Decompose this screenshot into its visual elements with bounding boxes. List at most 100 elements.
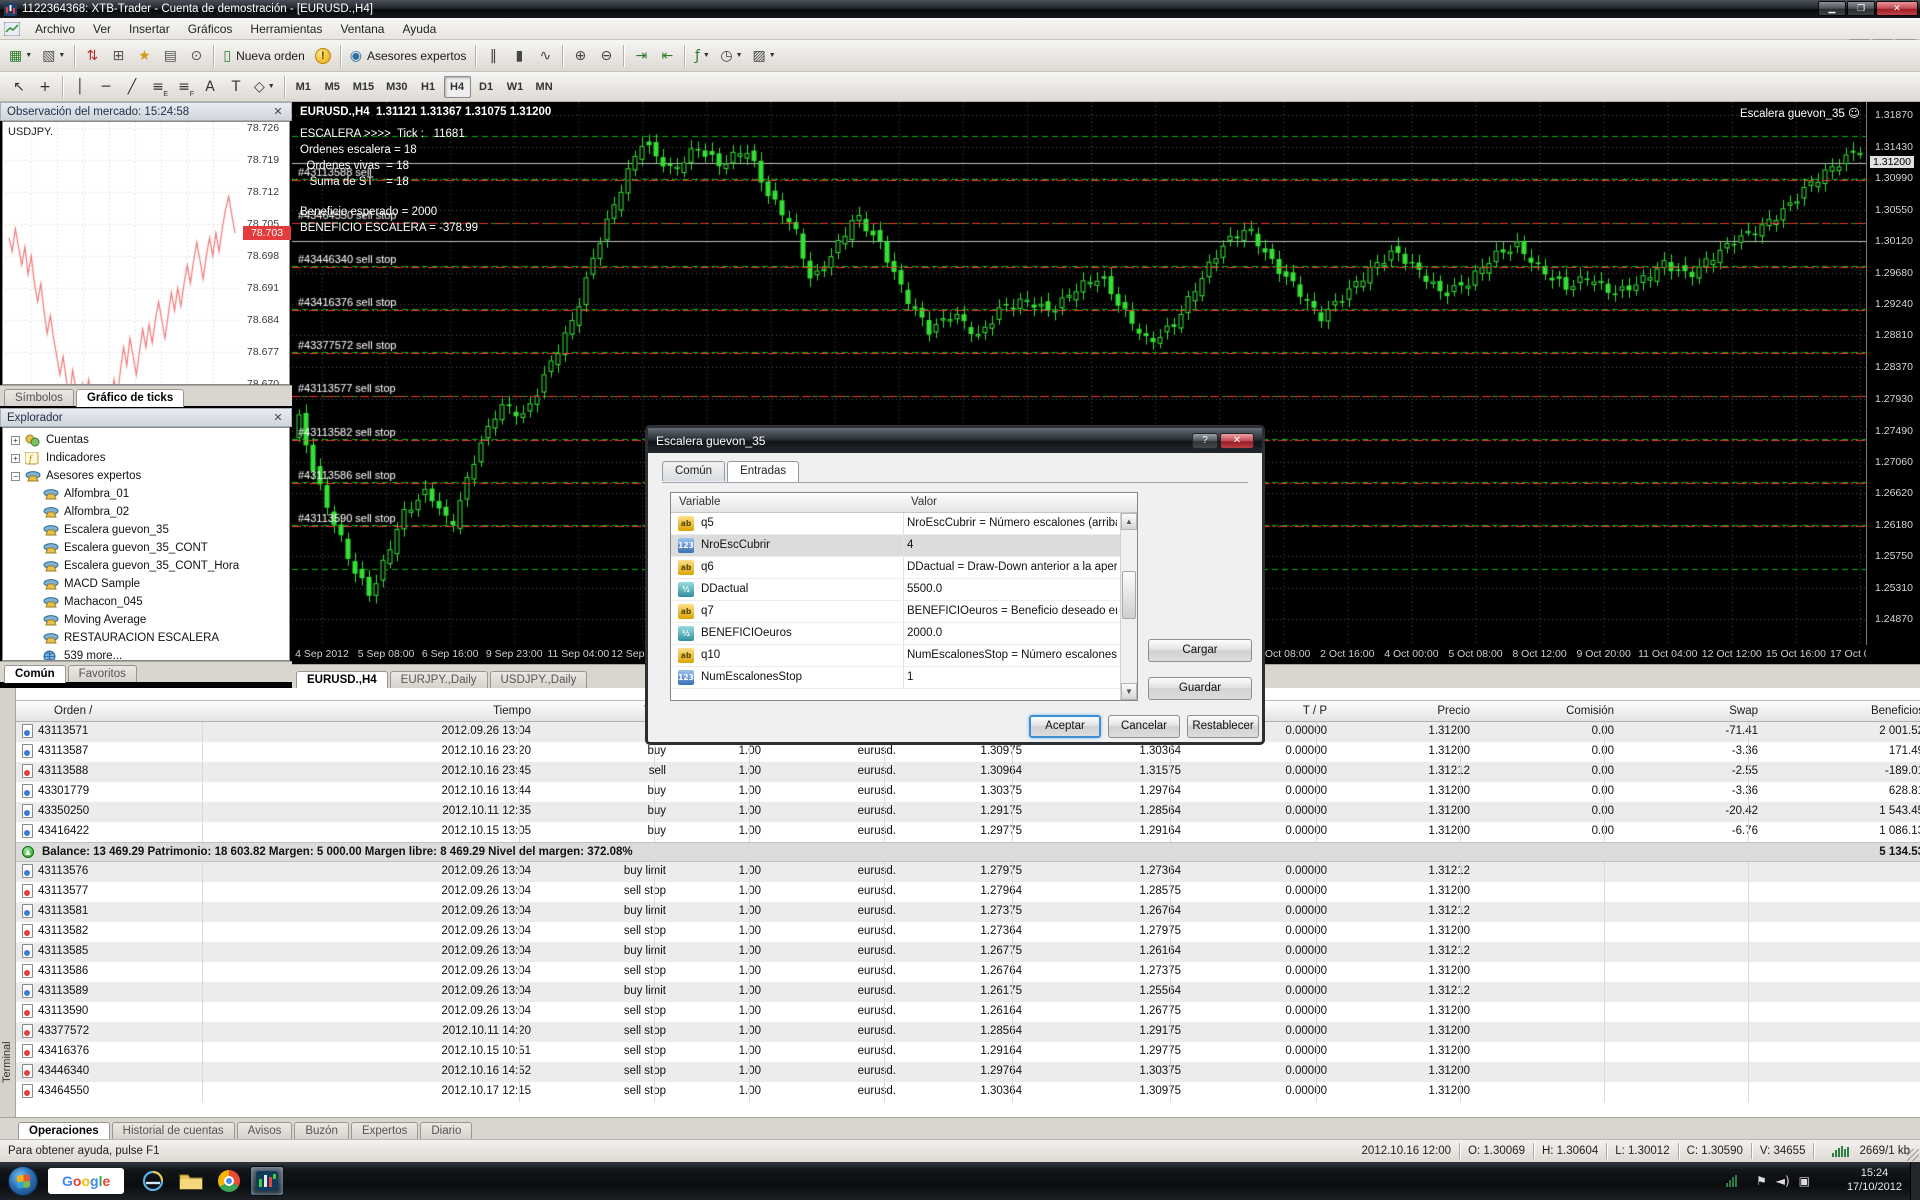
zoom-in-button[interactable]: ⊕ bbox=[568, 44, 592, 68]
terminal-tab-expertos[interactable]: Expertos bbox=[351, 1122, 418, 1139]
table-row[interactable]: 431135902012.09.26 13:04sell stop1.00eur… bbox=[16, 1002, 1920, 1022]
param-row-numescalonesstop[interactable]: 123NumEscalonesStop1 bbox=[671, 667, 1121, 689]
taskbar-chrome-icon[interactable] bbox=[212, 1166, 246, 1196]
table-row[interactable]: 434645502012.10.17 12:15sell stop1.00eur… bbox=[16, 1082, 1920, 1102]
terminal-tab-buz-n[interactable]: Buzón bbox=[294, 1122, 349, 1139]
auto-scroll-button[interactable]: ⇥ bbox=[629, 44, 653, 68]
menu-item-archivo[interactable]: Archivo bbox=[26, 19, 84, 39]
dialog-title-bar[interactable]: Escalera guevon_35 ? ✕ bbox=[648, 428, 1262, 453]
crosshair-button[interactable]: + bbox=[33, 75, 57, 99]
timeframe-H1[interactable]: H1 bbox=[415, 76, 442, 98]
tray-connection-icon[interactable] bbox=[1726, 1175, 1737, 1187]
menu-item-ver[interactable]: Ver bbox=[84, 19, 120, 39]
header-swap[interactable]: Swap bbox=[1729, 705, 1758, 717]
param-value[interactable]: 1 bbox=[907, 671, 1117, 683]
bar-chart-button[interactable]: ‖ bbox=[481, 44, 505, 68]
time-axis-label[interactable]: 5 Sep 08:00 bbox=[358, 648, 415, 660]
time-axis-label[interactable]: 17 Oct 00:00 bbox=[1830, 648, 1866, 660]
header-t-p[interactable]: T / P bbox=[1303, 705, 1327, 717]
candlestick-button[interactable]: ▮ bbox=[507, 44, 531, 68]
expand-icon[interactable]: + bbox=[11, 436, 20, 445]
tray-volume-icon[interactable]: ◄) bbox=[1776, 1174, 1790, 1188]
line-chart-button[interactable]: ∿ bbox=[533, 44, 557, 68]
terminal-tab-historial-de-cuentas[interactable]: Historial de cuentas bbox=[112, 1122, 235, 1139]
text-button[interactable]: A bbox=[198, 75, 222, 99]
cancel-button[interactable]: Cancelar bbox=[1108, 715, 1180, 738]
table-row[interactable]: 431135862012.09.26 13:04sell stop1.00eur… bbox=[16, 962, 1920, 982]
timeframe-W1[interactable]: W1 bbox=[502, 76, 529, 98]
time-axis-label[interactable]: 8 Oct 12:00 bbox=[1512, 648, 1566, 660]
taskbar-clock[interactable]: 15:24 17/10/2012 bbox=[1847, 1167, 1902, 1195]
data-window-button[interactable]: ⊞ bbox=[106, 44, 130, 68]
header-comisi-n[interactable]: Comisión bbox=[1566, 705, 1614, 717]
strategy-tester-button[interactable]: ⊙ bbox=[184, 44, 208, 68]
table-row[interactable]: 433502502012.10.11 12:35buy1.00eurusd.1.… bbox=[16, 802, 1920, 822]
tab-favoritos[interactable]: Favoritos bbox=[68, 665, 137, 682]
time-axis-label[interactable]: 11 Sep 04:00 bbox=[547, 648, 609, 660]
terminal-button[interactable]: ▤ bbox=[158, 44, 182, 68]
tab-com-n[interactable]: Común bbox=[4, 665, 66, 683]
param-value[interactable]: 4 bbox=[907, 539, 1117, 551]
terminal-tab-operaciones[interactable]: Operaciones bbox=[18, 1122, 110, 1140]
scroll-thumb[interactable] bbox=[1122, 571, 1136, 619]
param-row-q5[interactable]: abq5NroEscCubrir = Número escalones (arr… bbox=[671, 513, 1121, 535]
table-row[interactable]: 431135892012.09.26 13:04buy limit1.00eur… bbox=[16, 982, 1920, 1002]
tree-item-machacon-045[interactable]: Machacon_045 bbox=[43, 593, 143, 611]
chart-tab-eurusd-h4[interactable]: EURUSD.,H4 bbox=[296, 671, 388, 689]
time-axis-label[interactable]: 4 Oct 00:00 bbox=[1384, 648, 1438, 660]
time-axis-label[interactable]: 5 Oct 08:00 bbox=[1448, 648, 1502, 660]
param-value[interactable]: BENEFICIOeuros = Beneficio deseado en... bbox=[907, 605, 1117, 617]
tree-item-restauracion-escalera[interactable]: RESTAURACION ESCALERA bbox=[43, 629, 219, 647]
param-row-q6[interactable]: abq6DDactual = Draw-Down anterior a la a… bbox=[671, 557, 1121, 579]
table-row[interactable]: 431135872012.10.16 23:20buy1.00eurusd.1.… bbox=[16, 742, 1920, 762]
param-row-nroesccubrir[interactable]: 123NroEscCubrir4 bbox=[671, 535, 1121, 557]
terminal-tab-avisos[interactable]: Avisos bbox=[237, 1122, 293, 1139]
table-row[interactable]: 431135852012.09.26 13:04buy limit1.00eur… bbox=[16, 942, 1920, 962]
vertical-line-button[interactable]: │ bbox=[68, 75, 92, 99]
table-row[interactable]: 433017792012.10.16 13:44buy1.00eurusd.1.… bbox=[16, 782, 1920, 802]
balance-row[interactable]: ▲ Balance: 13 469.29 Patrimonio: 18 603.… bbox=[16, 842, 1920, 862]
terminal-tab-diario[interactable]: Diario bbox=[420, 1122, 472, 1139]
param-row-ddactual[interactable]: ½DDactual5500.0 bbox=[671, 579, 1121, 601]
minimize-button[interactable]: ▁ bbox=[1818, 1, 1846, 16]
close-button[interactable]: ✕ bbox=[1876, 1, 1918, 16]
param-value[interactable]: 5500.0 bbox=[907, 583, 1117, 595]
profiles-button[interactable]: ▧▼ bbox=[38, 44, 69, 68]
timeframe-M15[interactable]: M15 bbox=[348, 76, 379, 98]
chart-tab-usdjpy-daily[interactable]: USDJPY.,Daily bbox=[490, 671, 588, 688]
table-row[interactable]: 434463402012.10.16 14:52sell stop1.00eur… bbox=[16, 1062, 1920, 1082]
chart-shift-button[interactable]: ⇤ bbox=[655, 44, 679, 68]
google-search-box[interactable]: Google bbox=[48, 1168, 124, 1194]
cursor-button[interactable]: ↖ bbox=[7, 75, 31, 99]
menu-item-ventana[interactable]: Ventana bbox=[331, 19, 393, 39]
time-axis-label[interactable]: 6 Sep 16:00 bbox=[422, 648, 479, 660]
tree-item-alfombra-02[interactable]: Alfombra_02 bbox=[43, 503, 129, 521]
timeframe-MN[interactable]: MN bbox=[531, 76, 558, 98]
table-row[interactable]: 431135762012.09.26 13:04buy limit1.00eur… bbox=[16, 862, 1920, 882]
start-button[interactable] bbox=[8, 1166, 38, 1196]
tray-flag-icon[interactable]: ⚑ bbox=[1756, 1174, 1767, 1188]
tray-network-icon[interactable]: ▣ bbox=[1799, 1174, 1810, 1188]
trendline-button[interactable]: ╱ bbox=[120, 75, 144, 99]
periods-button[interactable]: ◷▼ bbox=[716, 44, 746, 68]
tree-item-escalera-guevon-35[interactable]: Escalera guevon_35 bbox=[43, 521, 169, 539]
dialog-table-header[interactable]: Variable Valor bbox=[671, 493, 1137, 513]
tree-item-539-more-[interactable]: 539 more... bbox=[43, 647, 122, 661]
time-axis-label[interactable]: 12 Oct 12:00 bbox=[1702, 648, 1762, 660]
header-orden-[interactable]: Orden / bbox=[54, 705, 92, 717]
channel-button[interactable]: ≡E bbox=[146, 75, 170, 99]
tab-s-mbolos[interactable]: Símbolos bbox=[4, 389, 74, 406]
dialog-help-button[interactable]: ? bbox=[1192, 433, 1218, 449]
shapes-button[interactable]: ◇▼ bbox=[250, 75, 279, 99]
table-row[interactable]: 431135772012.09.26 13:04sell stop1.00eur… bbox=[16, 882, 1920, 902]
tree-item-asesores-expertos[interactable]: −Asesores expertos bbox=[11, 467, 141, 485]
tree-item-cuentas[interactable]: +Cuentas bbox=[11, 431, 89, 449]
new-order-button[interactable]: ▯Nueva orden bbox=[219, 44, 308, 68]
tree-item-escalera-guevon-35-cont-hora[interactable]: Escalera guevon_35_CONT_Hora bbox=[43, 557, 239, 575]
tree-item-escalera-guevon-35-cont[interactable]: Escalera guevon_35_CONT bbox=[43, 539, 208, 557]
header-beneficios[interactable]: Beneficios bbox=[1871, 705, 1920, 717]
time-axis-label[interactable]: 9 Oct 20:00 bbox=[1577, 648, 1631, 660]
scroll-down-icon[interactable]: ▼ bbox=[1121, 683, 1137, 700]
menu-item-gráficos[interactable]: Gráficos bbox=[179, 19, 242, 39]
dialog-scrollbar[interactable]: ▲ ▼ bbox=[1120, 513, 1137, 700]
